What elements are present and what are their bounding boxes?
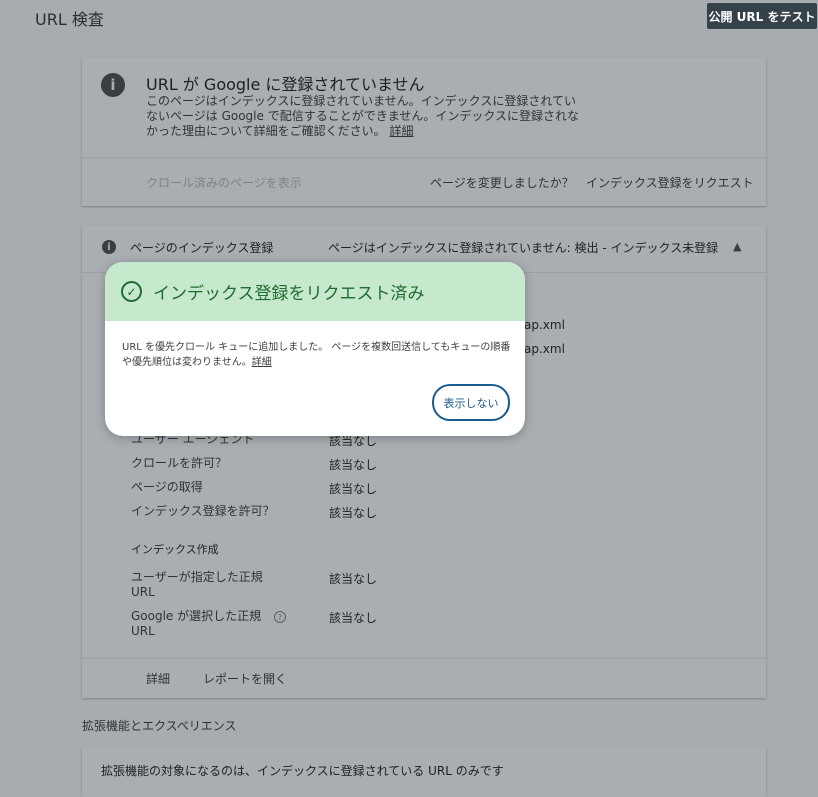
dialog-body: URL を優先クロール キューに追加しました。 ページを複数回送信してもキューの… xyxy=(122,340,512,370)
indexing-allowed-label: インデックス登録を許可？ xyxy=(131,504,275,518)
help-icon[interactable]: ? xyxy=(274,611,286,623)
user-canonical-value: 該当なし xyxy=(329,572,378,586)
status-detail-link[interactable]: 詳細 xyxy=(389,124,413,138)
dialog-title: インデックス登録をリクエスト済み xyxy=(153,284,425,304)
test-live-url-button[interactable]: 公開 URL をテスト xyxy=(707,3,817,29)
dismiss-button[interactable]: 表示しない xyxy=(432,384,510,421)
dialog-detail-link[interactable]: 詳細 xyxy=(252,357,272,368)
page-fetch-value: 該当なし xyxy=(329,482,378,496)
sitemap-value: ap.xml xyxy=(524,318,565,332)
crawl-allowed-value: 該当なし xyxy=(329,458,378,472)
indexing-requested-dialog: ✓ インデックス登録をリクエスト済み URL を優先クロール キューに追加しまし… xyxy=(105,262,525,436)
divider xyxy=(82,658,766,659)
page-fetch-label: ページの取得 xyxy=(131,480,203,494)
request-indexing-link[interactable]: インデックス登録をリクエスト xyxy=(586,174,754,191)
info-icon: i xyxy=(101,73,125,97)
open-report-link[interactable]: レポートを開く xyxy=(203,670,287,687)
user-canonical-label: ユーザーが指定した正規 URL xyxy=(131,570,263,599)
enhancements-text: 拡張機能の対象になるのは、インデックスに登録されている URL のみです xyxy=(101,764,504,778)
crawl-allowed-label: クロールを許可？ xyxy=(131,456,228,470)
google-canonical-label: Google が選択した正規 URL xyxy=(131,609,262,638)
dialog-header: ✓ インデックス登録をリクエスト済み xyxy=(105,262,525,321)
page-changed-question: ページを変更しましたか？ xyxy=(430,176,574,190)
referring-page-value: ap.xml xyxy=(524,342,565,356)
details-link[interactable]: 詳細 xyxy=(146,670,170,687)
index-info-icon: i xyxy=(102,240,116,254)
dialog-message: URL を優先クロール キューに追加しました。 ページを複数回送信してもキューの… xyxy=(122,342,511,368)
index-coverage-status[interactable]: ページはインデックスに登録されていません: 検出 - インデックス未登録 xyxy=(328,239,718,256)
chevron-up-icon[interactable]: ▲ xyxy=(733,240,741,253)
indexing-section-heading: インデックス作成 xyxy=(131,543,219,556)
page-title: URL 検査 xyxy=(35,10,104,29)
divider xyxy=(82,157,766,158)
status-title: URL が Google に登録されていません xyxy=(146,75,425,94)
indexing-allowed-value: 該当なし xyxy=(329,506,378,520)
index-coverage-title[interactable]: ページのインデックス登録 xyxy=(130,239,273,256)
google-canonical-value: 該当なし xyxy=(329,611,378,625)
status-description-text: このページはインデックスに登録されていません。インデックスに登録されていないペー… xyxy=(146,94,579,138)
enhancements-heading: 拡張機能とエクスペリエンス xyxy=(82,719,237,733)
check-circle-icon: ✓ xyxy=(121,281,142,302)
view-crawled-page-link[interactable]: クロール済みのページを表示 xyxy=(146,174,302,191)
status-description: このページはインデックスに登録されていません。インデックスに登録されていないペー… xyxy=(146,94,586,139)
